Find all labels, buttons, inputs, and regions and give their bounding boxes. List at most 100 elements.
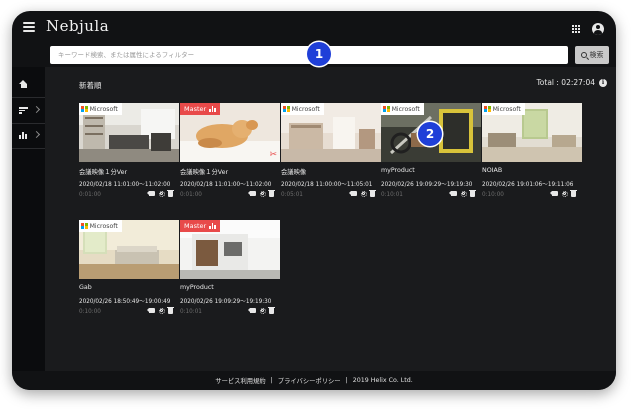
card-actions: [247, 189, 275, 197]
card-actions: [448, 189, 476, 197]
microsoft-logo-icon: [484, 105, 491, 113]
video-thumbnail[interactable]: Microsoft: [79, 103, 179, 162]
video-card[interactable]: Microsoft Gab 2020/02/26 18:50:49～19:00:…: [79, 220, 179, 315]
trash-icon[interactable]: [469, 189, 476, 197]
card-date: 2020/02/26 19:09:29～19:19:30: [381, 182, 473, 188]
card-actions: [247, 306, 275, 314]
search-button[interactable]: 検索: [575, 46, 609, 64]
card-date: 2020/02/18 11:01:00～11:02:00: [79, 182, 171, 188]
total-duration: Total : 02:27:04 i: [536, 78, 607, 87]
footer-separator: |: [270, 377, 273, 384]
top-bar: Nebjula: [12, 11, 616, 45]
video-card[interactable]: Master myProduct 2020/02/26 19:09:29～19:…: [180, 220, 280, 315]
total-label: Total : 02:27:04: [536, 78, 596, 87]
card-title: 会議映像: [281, 169, 307, 176]
info-icon[interactable]: i: [599, 78, 607, 87]
card-actions: [348, 189, 376, 197]
app-window: Nebjula 検索 新着順 Total : 02:27:04 i: [12, 11, 616, 390]
tag-icon[interactable]: [348, 191, 357, 196]
hamburger-menu-icon[interactable]: [23, 22, 35, 32]
video-thumbnail[interactable]: Microsoft: [79, 220, 179, 279]
card-title: NOIAB: [482, 167, 503, 174]
card-duration: 0:05:01: [281, 192, 303, 198]
microsoft-logo-icon: [81, 222, 88, 230]
chevron-right-icon: [32, 130, 41, 139]
content-area: 新着順 Total : 02:27:04 i Microsoft 会議映像１分V…: [45, 67, 616, 371]
grid-apps-icon[interactable]: [572, 25, 580, 33]
trash-icon[interactable]: [167, 306, 174, 314]
home-icon: [19, 80, 28, 88]
tag-icon[interactable]: [146, 308, 155, 313]
bar-chart-icon: [209, 223, 216, 229]
footer-separator: |: [345, 377, 348, 384]
gear-icon[interactable]: [158, 190, 165, 197]
terms-link[interactable]: サービス利用規約: [215, 376, 265, 385]
card-duration: 0:01:00: [79, 192, 101, 198]
sidebar-item-analytics[interactable]: [12, 124, 45, 146]
account-circle-icon[interactable]: [592, 23, 604, 35]
gear-icon[interactable]: [158, 307, 165, 314]
privacy-link[interactable]: プライバシーポリシー: [278, 376, 341, 385]
search-button-label: 検索: [589, 51, 604, 59]
card-title: 会議映像１分Ver: [180, 169, 229, 176]
card-actions: [146, 189, 174, 197]
sidebar: [12, 67, 45, 371]
scissors-icon[interactable]: ✂: [269, 151, 277, 160]
chevron-right-icon: [32, 105, 41, 114]
video-card[interactable]: Master ✂ 会議映像１分Ver 2020/02/18 11:01:00～1…: [180, 103, 280, 198]
card-duration: 0:10:01: [180, 309, 202, 315]
sidebar-divider: [12, 148, 45, 149]
trash-icon[interactable]: [369, 189, 376, 197]
microsoft-badge: Microsoft: [482, 103, 525, 115]
bar-chart-icon: [19, 132, 27, 139]
video-thumbnail[interactable]: Master ✂: [180, 103, 280, 162]
gear-icon[interactable]: [360, 190, 367, 197]
search-icon: [580, 52, 587, 58]
callout-marker-1: 1: [307, 42, 331, 66]
card-date: 2020/02/26 19:01:06～19:11:06: [482, 182, 574, 188]
tag-icon[interactable]: [549, 191, 558, 196]
gear-icon[interactable]: [460, 190, 467, 197]
microsoft-logo-icon: [383, 105, 390, 113]
callout-marker-2: 2: [418, 122, 442, 146]
master-badge: Master: [180, 103, 221, 115]
gear-icon[interactable]: [561, 190, 568, 197]
video-card[interactable]: Microsoft 会議映像１分Ver 2020/02/18 11:01:00～…: [79, 103, 179, 198]
gear-icon[interactable]: [259, 190, 266, 197]
card-actions: [549, 189, 577, 197]
video-thumbnail[interactable]: Microsoft: [482, 103, 582, 162]
bar-chart-icon: [209, 106, 216, 112]
trash-icon[interactable]: [167, 189, 174, 197]
microsoft-badge: Microsoft: [381, 103, 424, 115]
video-thumbnail[interactable]: Microsoft: [281, 103, 381, 162]
video-thumbnail[interactable]: Master: [180, 220, 280, 279]
tag-icon[interactable]: [448, 191, 457, 196]
video-card[interactable]: Microsoft 会議映像 2020/02/18 11:00:00～11:05…: [281, 103, 381, 198]
sidebar-divider: [12, 97, 45, 98]
tag-icon[interactable]: [247, 191, 256, 196]
card-date: 2020/02/18 11:00:00～11:05:01: [281, 182, 373, 188]
card-actions: [146, 306, 174, 314]
microsoft-badge: Microsoft: [281, 103, 324, 115]
card-title: 会議映像１分Ver: [79, 169, 128, 176]
tag-icon[interactable]: [146, 191, 155, 196]
trash-icon[interactable]: [268, 306, 275, 314]
footer: サービス利用規約 | プライバシーポリシー | 2019 Helix Co. L…: [12, 371, 616, 390]
card-duration: 0:01:00: [180, 192, 202, 198]
video-card[interactable]: Microsoft NOIAB 2020/02/26 19:01:06～19:1…: [482, 103, 582, 198]
section-title: 新着順: [79, 81, 102, 90]
trash-icon[interactable]: [268, 189, 275, 197]
microsoft-logo-icon: [283, 105, 290, 113]
gear-icon[interactable]: [259, 307, 266, 314]
trash-icon[interactable]: [570, 189, 577, 197]
copyright-text: 2019 Helix Co. Ltd.: [352, 377, 413, 384]
tag-icon[interactable]: [247, 308, 256, 313]
card-duration: 0:10:00: [79, 309, 101, 315]
card-date: 2020/02/18 11:01:00～11:02:00: [180, 182, 272, 188]
microsoft-badge: Microsoft: [79, 103, 122, 115]
card-date: 2020/02/26 19:09:29～19:19:30: [180, 299, 272, 305]
sidebar-item-home[interactable]: [12, 73, 45, 95]
card-title: myProduct: [180, 284, 214, 291]
master-badge: Master: [180, 220, 221, 232]
sidebar-item-sort[interactable]: [12, 99, 45, 121]
